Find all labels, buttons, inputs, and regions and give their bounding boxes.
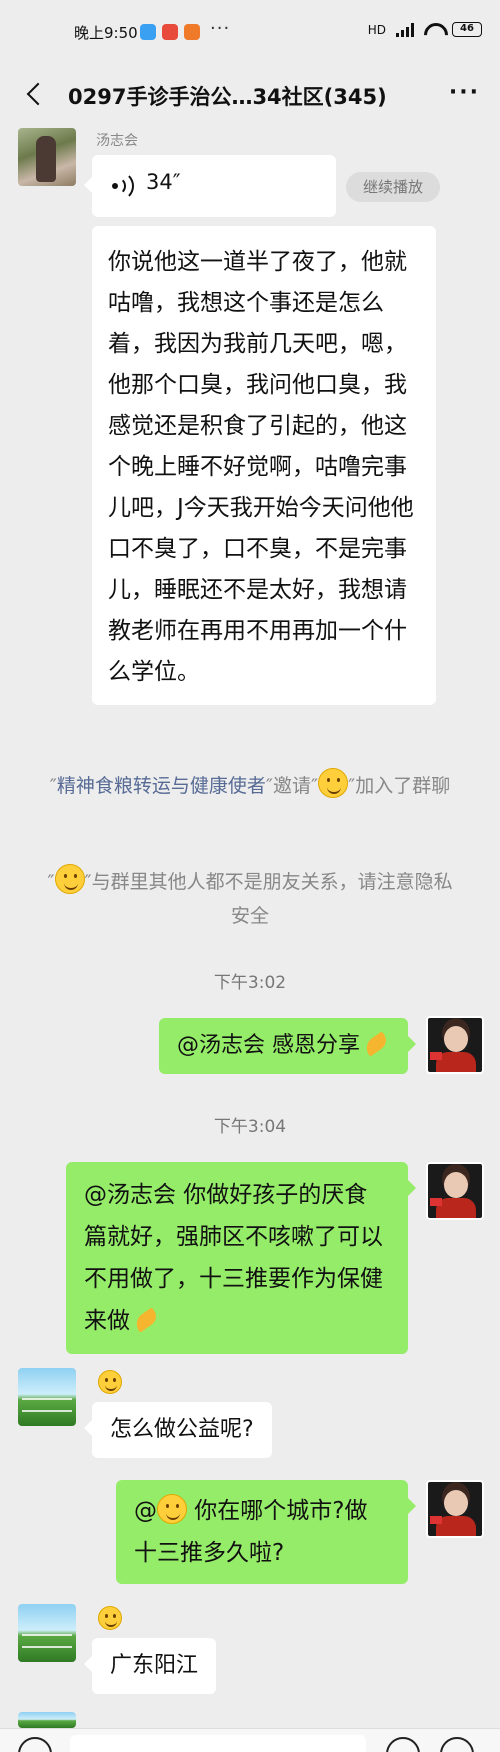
- smile-emoji-icon: [318, 768, 349, 798]
- continue-play-button[interactable]: 继续播放: [346, 172, 440, 202]
- timestamp: 下午3:04: [213, 1117, 287, 1137]
- notification-app-icon: [184, 24, 200, 40]
- smile-emoji-icon: [54, 864, 85, 894]
- voice-duration: 34″: [146, 170, 181, 194]
- sender-avatar[interactable]: [18, 1712, 76, 1728]
- timestamp: 下午3:02: [213, 973, 287, 993]
- wifi-icon: [424, 23, 442, 37]
- notification-app-icon: [162, 24, 178, 40]
- my-avatar[interactable]: [426, 1162, 484, 1220]
- chat-title: 0297手诊手治公…34社区(345): [68, 85, 387, 109]
- back-arrow-icon[interactable]: [22, 82, 48, 108]
- battery-icon: 46: [452, 22, 482, 37]
- pray-hands-icon: [360, 1033, 390, 1055]
- sender-avatar[interactable]: [18, 1368, 76, 1426]
- received-message[interactable]: 广东阳江: [83, 1638, 217, 1694]
- more-notifications-icon: ···: [210, 18, 231, 39]
- emoji-picker-icon[interactable]: [386, 1737, 420, 1752]
- plus-icon[interactable]: [440, 1737, 474, 1752]
- voice-transcript: 你说他这一道半了夜了，他就咕噜，我想这个事还是怎么着，我因为我前几天吧，嗯，他那…: [92, 226, 436, 705]
- smile-emoji-icon: [98, 1370, 122, 1394]
- system-notice-joined: ″精神食粮转运与健康使者″邀请″ ″加入了群聊: [40, 768, 460, 803]
- my-avatar[interactable]: [426, 1480, 484, 1538]
- sent-message[interactable]: @汤志会 你做好孩子的厌食篇就好，强肺区不咳嗽了可以不用做了，十三推要作为保健来…: [66, 1162, 416, 1354]
- smile-emoji-icon: [98, 1606, 122, 1630]
- voice-wave-icon: [112, 171, 134, 201]
- smile-emoji-icon: [157, 1494, 187, 1524]
- my-avatar[interactable]: [426, 1016, 484, 1074]
- status-indicators: HD 46: [368, 22, 482, 37]
- inviter-link[interactable]: 精神食粮转运与健康使者: [57, 775, 266, 797]
- more-icon[interactable]: ···: [449, 80, 480, 105]
- sender-name: 汤志会: [96, 133, 138, 149]
- sent-message[interactable]: @ 你在哪个城市?做十三推多久啦?: [116, 1480, 416, 1584]
- pray-hands-icon: [130, 1309, 160, 1331]
- sender-avatar[interactable]: [18, 1604, 76, 1662]
- signal-icon: [396, 22, 414, 37]
- system-notice-privacy: ″ ″与群里其他人都不是朋友关系，请注意隐私安全: [40, 864, 460, 933]
- input-bar: [0, 1728, 500, 1752]
- status-bar: 晚上9:50 ··· HD 46: [0, 0, 500, 66]
- notification-app-icon: [140, 24, 156, 40]
- network-label: HD: [367, 22, 386, 37]
- message-input[interactable]: [70, 1735, 366, 1752]
- sent-message[interactable]: @汤志会 感恩分享: [159, 1018, 416, 1074]
- voice-input-icon[interactable]: [18, 1737, 52, 1752]
- status-time: 晚上9:50: [74, 24, 138, 42]
- received-message[interactable]: 怎么做公益呢?: [84, 1402, 272, 1458]
- sender-avatar[interactable]: [18, 128, 76, 186]
- voice-message-bubble[interactable]: 34″: [84, 155, 336, 217]
- chat-header: 0297手诊手治公…34社区(345) ···: [0, 66, 500, 126]
